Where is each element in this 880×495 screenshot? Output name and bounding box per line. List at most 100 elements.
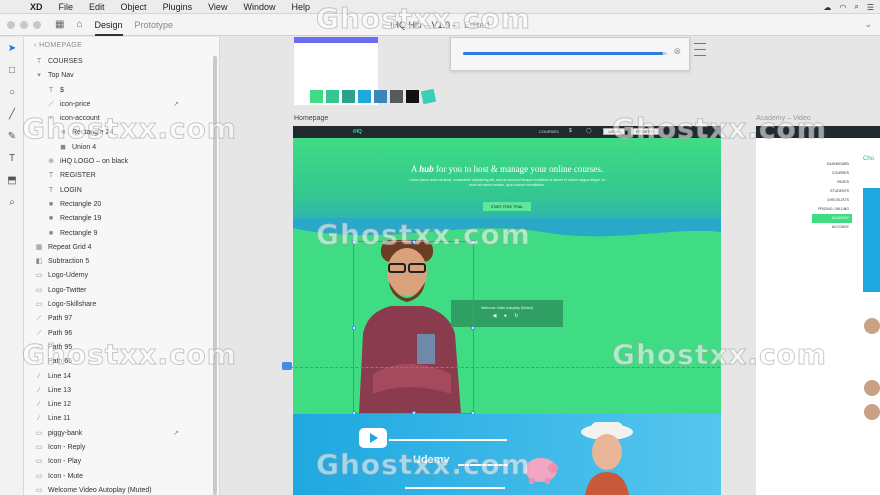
color-swatch[interactable] [326,90,339,103]
color-swatch[interactable] [390,90,403,103]
menu-list-icon[interactable]: ☰ [867,3,874,12]
account-icon[interactable]: ◯ [586,128,592,134]
layer-item[interactable]: ■ Rectangle 24 [24,126,219,140]
layer-item[interactable]: ⟋ Path 95 [24,341,219,355]
menu-app-name[interactable]: XD [22,2,51,12]
layer-item[interactable]: ▭ Logo-Skillshare [24,298,219,312]
ihq-logo[interactable]: iHQ [353,129,362,135]
layer-item[interactable]: ■ Rectangle 20 [24,198,219,212]
selection-bounding-box[interactable] [352,240,475,415]
layer-item[interactable]: ⁄ Line 13 [24,384,219,398]
layer-item[interactable]: ⟋ icon-price ↗ [24,98,219,112]
color-swatch[interactable] [374,90,387,103]
ellipse-tool-icon[interactable]: ○ [0,81,24,103]
layer-item[interactable]: ⁄ Line 14 [24,370,219,384]
layer-item[interactable]: ▭ Welcome Video Autoplay (Muted) [24,484,219,495]
tab-design[interactable]: Design [94,14,123,36]
menu-plugins[interactable]: Plugins [155,2,201,12]
color-swatch[interactable] [358,90,371,103]
layers-scrollbar[interactable] [213,56,217,495]
artboard-label-homepage[interactable]: Homepage [294,115,328,122]
right-menu-item[interactable]: ACCOUNT [812,223,852,232]
creative-cloud-icon[interactable]: ☁ [823,3,831,12]
guide-tag[interactable] [282,362,292,370]
start-free-trial-button[interactable]: START FREE TRIAL [483,202,531,211]
line-tool-icon[interactable]: ╱ [0,103,24,125]
close-icon[interactable]: ⊗ [673,46,681,57]
layer-item[interactable]: ⟋ Path 96 [24,327,219,341]
register-button[interactable]: REGISTER [631,128,659,135]
title-dropdown-chevron[interactable]: ⌄ [864,19,872,30]
right-menu-item[interactable]: STUDENTS [812,187,852,196]
layer-item[interactable]: ⁄ Line 11 [24,412,219,426]
layer-item[interactable]: ▭ piggy-bank ↗ [24,427,219,441]
tab-prototype[interactable]: Prototype [135,14,174,36]
layer-item[interactable]: T COURSES [24,55,219,69]
login-button[interactable]: LOGIN [603,128,625,135]
nav-courses-link[interactable]: COURSES [539,129,559,134]
resize-handle[interactable] [471,325,475,330]
layer-item[interactable]: ◧ Subtraction 5 [24,255,219,269]
zoom-tool-icon[interactable]: ⌕ [0,191,24,213]
design-canvas[interactable]: ⊗ Homepage Academy – Video iHQ COURSES $… [220,37,880,495]
color-swatch[interactable] [420,88,437,105]
menu-object[interactable]: Object [113,2,155,12]
menu-edit[interactable]: Edit [81,2,113,12]
artboard-tool-icon[interactable]: ⬒ [0,169,24,191]
homepage-artboard[interactable]: iHQ COURSES $ ◯ LOGIN REGISTER A hub for… [293,126,721,495]
search-icon[interactable]: ⌕ [854,2,858,12]
layer-item[interactable]: ⁄ Line 12 [24,398,219,412]
pen-tool-icon[interactable]: ✎ [0,125,24,147]
resize-handle[interactable] [411,240,416,244]
hamburger-icon[interactable] [694,43,706,61]
layer-item[interactable]: ⊕ iHQ LOGO – on black [24,155,219,169]
layer-item[interactable]: ▦ Repeat Grid 4 [24,241,219,255]
artboard-label-academy[interactable]: Academy – Video [756,115,811,122]
layer-item[interactable]: ▭ Logo-Udemy [24,269,219,283]
menu-help[interactable]: Help [283,2,318,12]
right-menu-item[interactable]: PRICING / BILLING [812,205,852,214]
resize-handle[interactable] [471,240,475,244]
select-tool-icon[interactable]: ➤ [0,37,24,59]
home-icon[interactable]: ⌂ [76,19,82,30]
layers-breadcrumb[interactable]: ‹ HOMEPAGE [24,37,219,55]
academy-video-artboard[interactable]: DASHBOARD COURSES PAGES STUDENTS CHECKLISTS P… [756,126,880,495]
layer-item[interactable]: ■ Rectangle 19 [24,212,219,226]
menu-window[interactable]: Window [235,2,283,12]
color-swatch[interactable] [342,90,355,103]
layer-item[interactable]: T $ [24,84,219,98]
rectangle-tool-icon[interactable]: □ [0,59,24,81]
layer-item[interactable]: ◼ Union 4 [24,141,219,155]
resize-handle[interactable] [352,240,356,244]
layer-item[interactable]: ▾ Top Nav [24,69,219,83]
layer-item[interactable]: ▭ Icon - Play [24,455,219,469]
close-window-button[interactable] [7,20,15,29]
right-menu-item[interactable]: COURSES [812,169,852,178]
linked-asset-icon[interactable]: ↗ [173,427,179,441]
right-menu-item[interactable]: PAGES [812,178,852,187]
wifi-icon[interactable]: ◠ [839,3,846,12]
right-menu-item[interactable]: DASHBOARD [812,160,852,169]
color-swatch[interactable] [310,90,323,103]
linked-asset-icon[interactable]: ↗ [173,98,179,112]
layer-item[interactable]: ▾ icon-account [24,112,219,126]
menu-view[interactable]: View [200,2,235,12]
layer-item[interactable]: ■ Rectangle 9 [24,227,219,241]
grid-icon[interactable]: ▦ [55,19,64,30]
price-icon[interactable]: $ [569,128,572,134]
layer-item[interactable]: ⟋ Path 97 [24,312,219,326]
text-tool-icon[interactable]: T [0,147,24,169]
layer-item[interactable]: T LOGIN [24,184,219,198]
layer-item[interactable]: ▭ Logo-Twitter [24,284,219,298]
zoom-window-button[interactable] [33,20,41,29]
layer-item[interactable]: ⟋ Path 66 [24,355,219,369]
color-swatch[interactable] [406,90,419,103]
resize-handle[interactable] [352,325,356,330]
right-menu-item[interactable]: CHECKLISTS [812,196,852,205]
layer-item[interactable]: ▭ Icon - Reply [24,441,219,455]
menu-file[interactable]: File [51,2,82,12]
minimize-window-button[interactable] [20,20,28,29]
layer-item[interactable]: T REGISTER [24,169,219,183]
layer-item[interactable]: ▭ Icon - Mute [24,470,219,484]
right-menu-item[interactable]: ACADEMY [812,214,852,223]
